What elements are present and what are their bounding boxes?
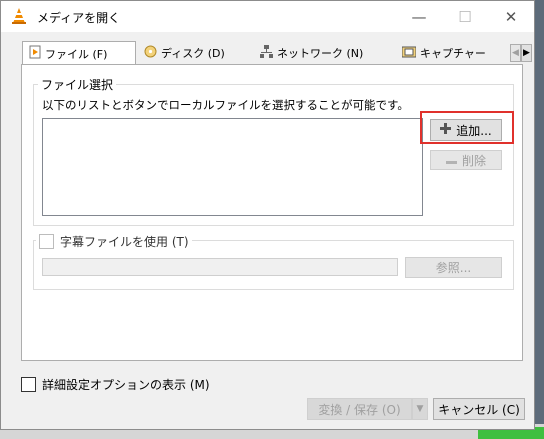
minimize-button[interactable]: —: [396, 1, 442, 32]
tab-disc[interactable]: ディスク (D): [138, 41, 250, 65]
subtitle-legend: 字幕ファイルを使用 (T): [36, 233, 192, 250]
tab-network[interactable]: ネットワーク (N): [254, 41, 388, 65]
convert-save-button[interactable]: 変換 / 保存 (O): [307, 398, 412, 420]
tab-network-label: ネットワーク (N): [277, 47, 364, 60]
add-button-highlight: [420, 111, 514, 144]
file-selection-legend: ファイル選択: [38, 76, 117, 93]
subtitle-checkbox[interactable]: [39, 234, 54, 249]
advanced-options-label: 詳細設定オプションの表示 (M): [42, 378, 210, 392]
title-bar: メディアを開く — ☐ ✕: [1, 1, 534, 32]
tab-disc-label: ディスク (D): [161, 47, 225, 60]
tab-capture-label: キャプチャー: [420, 47, 486, 60]
maximize-button[interactable]: ☐: [442, 1, 488, 32]
window-title: メディアを開く: [37, 11, 121, 25]
disc-icon: [144, 45, 157, 61]
browse-button[interactable]: 参照...: [405, 257, 502, 278]
file-selection-description: 以下のリストとボタンでローカルファイルを選択することが可能です。: [42, 98, 409, 112]
convert-save-dropdown-button[interactable]: ▼: [412, 398, 428, 420]
network-icon: [260, 45, 273, 61]
convert-save-button-label: 変換 / 保存 (O): [318, 402, 401, 417]
advanced-options-checkbox[interactable]: [21, 377, 36, 392]
tab-capture[interactable]: キャプチャー: [396, 41, 508, 65]
file-list[interactable]: [42, 118, 423, 216]
close-button[interactable]: ✕: [488, 1, 534, 32]
file-tab-panel: ファイル選択 以下のリストとボタンでローカルファイルを選択することが可能です。 …: [21, 64, 523, 361]
minus-icon: [445, 153, 457, 167]
capture-icon: [401, 46, 417, 61]
tab-scroll-left-button[interactable]: ◀: [510, 44, 521, 62]
chevron-down-icon: ▼: [416, 404, 424, 414]
subtitle-file-input[interactable]: [42, 258, 398, 276]
browse-button-label: 参照...: [435, 261, 472, 275]
subtitle-checkbox-label: 字幕ファイルを使用 (T): [60, 235, 189, 249]
cancel-button[interactable]: キャンセル (C): [433, 398, 525, 420]
open-media-dialog: メディアを開く — ☐ ✕ ファイル (F) ディスク (D) ネットワーク (…: [0, 0, 535, 430]
tab-scroll-right-button[interactable]: ▶: [521, 44, 532, 62]
vlc-cone-icon: [11, 7, 27, 28]
tab-file[interactable]: ファイル (F): [22, 41, 136, 65]
remove-button-label: 削除: [461, 153, 486, 168]
file-icon: [29, 45, 41, 62]
tab-file-label: ファイル (F): [45, 47, 108, 61]
remove-button[interactable]: 削除: [430, 150, 502, 170]
advanced-options-row[interactable]: 詳細設定オプションの表示 (M): [21, 376, 210, 393]
cancel-button-label: キャンセル (C): [438, 402, 520, 417]
